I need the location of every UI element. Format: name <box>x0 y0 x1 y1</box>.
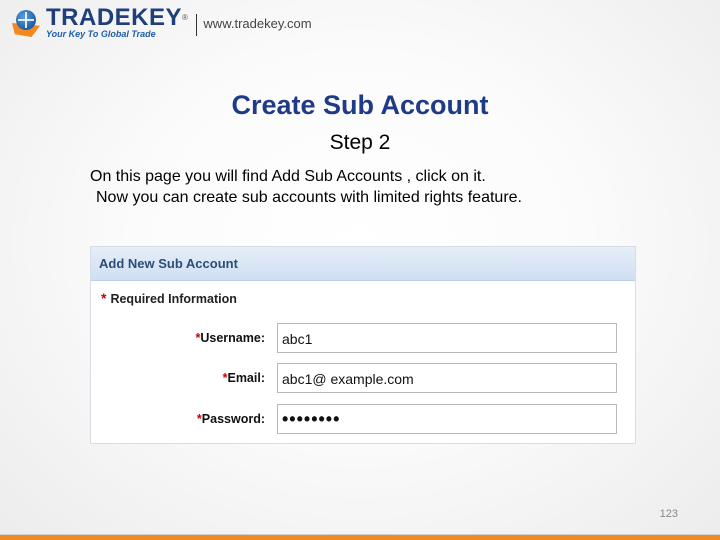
password-label-text: Password: <box>201 412 265 426</box>
logo-divider <box>196 14 198 36</box>
email-label: *Email: <box>223 371 265 385</box>
required-star: * <box>101 290 107 306</box>
header-logo: TRADEKEY® Your Key To Global Trade www.t… <box>12 6 312 42</box>
slide-step: Step 2 <box>329 131 391 154</box>
description-line-2: Now you can create sub accounts with lim… <box>96 189 522 206</box>
slide-title: Create Sub Account <box>231 90 489 120</box>
slide-description: On this page you will find Add Sub Accou… <box>90 166 522 208</box>
registered-mark: ® <box>182 13 189 22</box>
brand-name: TRADEKEY® <box>46 6 188 30</box>
email-label-text: Email: <box>227 371 265 385</box>
description-line-1: On this page you will find Add Sub Accou… <box>90 168 486 185</box>
brand-name-text: TRADEKEY <box>46 4 183 31</box>
email-row: *Email: abc1@ example.com <box>91 363 637 395</box>
brand-tagline: Your Key To Global Trade <box>46 29 156 39</box>
username-label-text: Username: <box>200 331 265 345</box>
logo-text: TRADEKEY® Your Key To Global Trade <box>46 6 188 40</box>
password-label: *Password: <box>197 412 265 426</box>
email-input[interactable]: abc1@ example.com <box>277 363 617 393</box>
tradekey-logo-icon <box>12 10 42 38</box>
required-info-text: Required Information <box>110 292 237 306</box>
panel-header: Add New Sub Account <box>91 247 635 281</box>
username-label: *Username: <box>196 331 266 345</box>
password-row: *Password: •••••••• <box>91 404 637 436</box>
username-input[interactable]: abc1 <box>277 323 617 353</box>
page-number: 123 <box>659 508 678 520</box>
username-row: *Username: abc1 <box>91 323 637 355</box>
footer-accent-bar <box>0 535 720 540</box>
add-sub-account-panel: Add New Sub Account * Required Informatio… <box>90 246 636 444</box>
globe-icon <box>16 10 36 30</box>
brand-url: www.tradekey.com <box>203 16 312 31</box>
required-info-note: * Required Information <box>91 281 635 306</box>
password-input[interactable]: •••••••• <box>277 404 617 434</box>
